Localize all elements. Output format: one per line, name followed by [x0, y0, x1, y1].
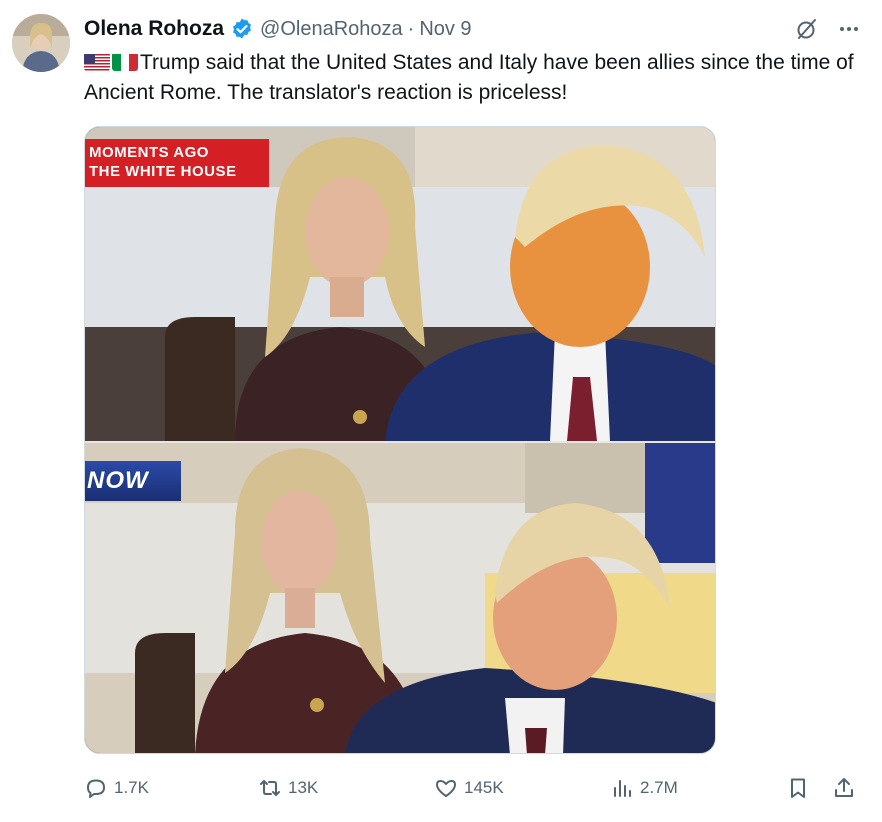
reply-icon [87, 779, 105, 798]
news-logo: NOW [85, 461, 181, 501]
bookmark-icon [791, 778, 805, 798]
reply-count: 1.7K [114, 778, 149, 797]
retweet-button[interactable]: 13K [258, 776, 318, 800]
italy-flag-icon [112, 52, 138, 71]
like-count: 145K [464, 778, 504, 797]
reply-button[interactable]: 1.7K [84, 776, 149, 800]
chyron-line-2: THE WHITE HOUSE [89, 163, 237, 180]
us-flag-icon [84, 52, 110, 71]
retweet-count: 13K [288, 778, 319, 797]
views-button[interactable]: 2.7M [610, 776, 678, 800]
separator-dot: · [407, 17, 415, 40]
like-button[interactable]: 145K [434, 776, 504, 800]
tweet-date[interactable]: Nov 9 [419, 18, 471, 41]
tweet: Olena Rohoza @OlenaRohoza · Nov 9 Trump … [0, 0, 882, 822]
chyron-banner: MOMENTS AGO THE WHITE HOUSE [85, 139, 269, 187]
bookmark-button[interactable] [786, 776, 810, 800]
views-count: 2.7M [640, 778, 678, 797]
share-button[interactable] [832, 776, 856, 800]
author-name[interactable]: Olena Rohoza [84, 17, 224, 41]
views-chart-icon [614, 780, 631, 797]
header-actions [794, 14, 862, 44]
tweet-text: Trump said that the United States and It… [84, 48, 864, 108]
news-logo-text: NOW [87, 467, 149, 494]
chyron-line-1: MOMENTS AGO [89, 144, 209, 161]
verified-badge-icon [230, 17, 254, 41]
author-handle[interactable]: @OlenaRohoza [260, 18, 403, 41]
media-panel-bottom: NOW [85, 443, 715, 753]
tweet-actions: 1.7K 13K 145K 2.7M [84, 770, 864, 806]
avatar[interactable] [12, 14, 70, 72]
share-icon [835, 778, 853, 797]
tweet-text-body: Trump said that the United States and It… [84, 51, 854, 104]
tweet-header: Olena Rohoza @OlenaRohoza · Nov 9 [84, 14, 862, 44]
tweet-media[interactable]: MOMENTS AGO THE WHITE HOUSE NOW [84, 126, 716, 754]
media-panel-top: MOMENTS AGO THE WHITE HOUSE [85, 127, 715, 441]
more-options-icon[interactable] [836, 16, 862, 42]
heart-icon [436, 780, 456, 797]
grok-icon[interactable] [794, 16, 820, 42]
retweet-icon [260, 780, 280, 796]
